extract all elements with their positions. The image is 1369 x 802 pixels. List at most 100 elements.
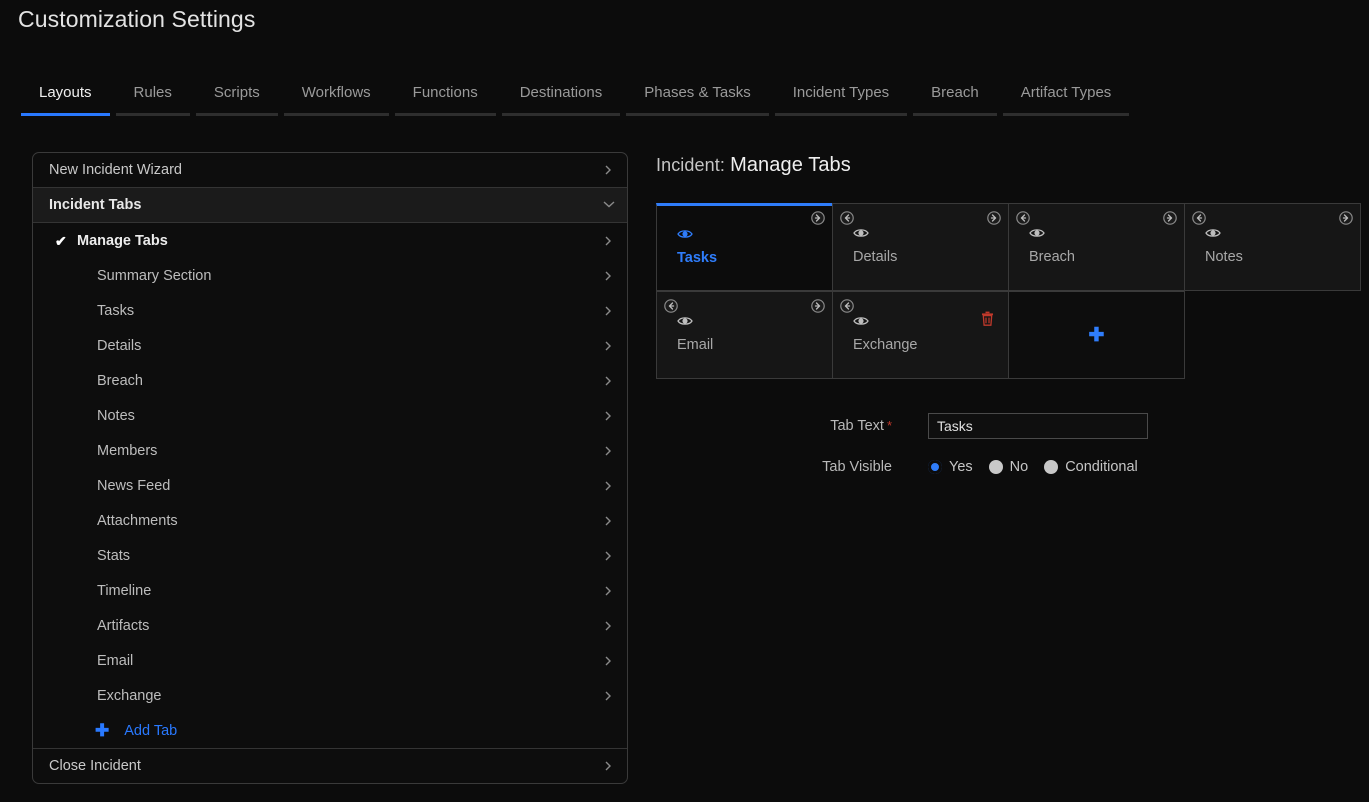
tab-card-notes[interactable]: Notes (1184, 203, 1361, 291)
sidebar-item-label: Exchange (97, 687, 162, 704)
tab-card-details[interactable]: Details (832, 203, 1009, 291)
sidebar-section-label: Incident Tabs (49, 197, 142, 213)
chevron-right-icon (603, 236, 613, 246)
add-tab-button[interactable]: ✚ Add Tab (33, 713, 627, 748)
sidebar-item-label: News Feed (97, 477, 171, 494)
sidebar-item-notes[interactable]: Notes (33, 398, 627, 433)
radio-label: No (1009, 459, 1029, 475)
tab-destinations[interactable]: Destinations (499, 84, 624, 116)
chevron-right-icon (603, 446, 613, 456)
eye-icon[interactable] (853, 314, 869, 326)
chevron-right-icon (603, 761, 613, 771)
sidebar-item-label: Close Incident (49, 758, 141, 774)
sidebar-item-email[interactable]: Email (33, 643, 627, 678)
move-right-icon[interactable] (1339, 211, 1353, 225)
chevron-right-icon (603, 376, 613, 386)
sidebar-item-breach[interactable]: Breach (33, 363, 627, 398)
sidebar-item-label: Members (97, 442, 158, 459)
chevron-right-icon (603, 516, 613, 526)
chevron-right-icon (603, 551, 613, 561)
tab-card-tasks[interactable]: Tasks (656, 203, 833, 291)
eye-icon[interactable] (677, 227, 693, 239)
tab-functions[interactable]: Functions (392, 84, 499, 116)
sidebar-item-manage-tabs[interactable]: ✔ Manage Tabs (33, 223, 627, 258)
sidebar-item-artifacts[interactable]: Artifacts (33, 608, 627, 643)
tab-card-label: Notes (1205, 249, 1243, 265)
radio-dot[interactable] (928, 460, 942, 474)
tab-label: Phases & Tasks (644, 84, 751, 101)
sidebar-item-label: Breach (97, 372, 143, 389)
content-area: New Incident Wizard Incident Tabs ✔ Mana… (0, 148, 1369, 802)
panel-title-main: Manage Tabs (730, 154, 851, 176)
sidebar-item-details[interactable]: Details (33, 328, 627, 363)
radio-dot[interactable] (988, 460, 1003, 474)
sidebar-section-incident-tabs[interactable]: Incident Tabs (33, 188, 627, 223)
tab-breach[interactable]: Breach (910, 84, 1000, 116)
tab-card-label: Breach (1029, 249, 1075, 265)
tab-label: Breach (931, 84, 979, 101)
eye-icon[interactable] (677, 314, 693, 326)
tab-rules[interactable]: Rules (113, 84, 193, 116)
sidebar-item-summary-section[interactable]: Summary Section (33, 258, 627, 293)
tab-card-email[interactable]: Email (656, 291, 833, 379)
tab-label: Incident Types (792, 84, 890, 101)
move-right-icon[interactable] (811, 211, 825, 225)
sidebar-item-label: Stats (97, 547, 131, 564)
eye-icon[interactable] (1205, 226, 1221, 238)
radio-tab-visible-no[interactable]: No (988, 459, 1029, 475)
radio-tab-visible-yes[interactable]: Yes (928, 459, 973, 475)
eye-icon[interactable] (853, 226, 869, 238)
radio-tab-visible-conditional[interactable]: Conditional (1044, 459, 1138, 475)
sidebar-item-exchange[interactable]: Exchange (33, 678, 627, 713)
editor-panel: Incident: Manage Tabs Tasks Details Breach… (656, 148, 1369, 802)
sidebar-item-label: Manage Tabs (77, 232, 168, 249)
move-right-icon[interactable] (811, 299, 825, 313)
sidebar-item-attachments[interactable]: Attachments (33, 503, 627, 538)
chevron-right-icon (603, 691, 613, 701)
plus-icon: ✚ (95, 721, 110, 740)
move-left-icon[interactable] (840, 299, 854, 313)
tab-card-grid: Tasks Details Breach Notes Email Exchange ✚ (656, 203, 1369, 379)
eye-icon[interactable] (1029, 226, 1045, 238)
tab-properties-form: Tab Text* Tab Visible Yes No Conditional (656, 413, 1216, 495)
sidebar-item-new-incident-wizard[interactable]: New Incident Wizard (33, 153, 627, 188)
chevron-right-icon (603, 271, 613, 281)
tab-card-exchange[interactable]: Exchange (832, 291, 1009, 379)
tab-label: Artifact Types (1020, 84, 1112, 101)
chevron-right-icon (603, 586, 613, 596)
sidebar-item-tasks[interactable]: Tasks (33, 293, 627, 328)
chevron-right-icon (603, 165, 613, 175)
move-right-icon[interactable] (1163, 211, 1177, 225)
add-tab-card-button[interactable]: ✚ (1008, 291, 1185, 379)
tab-incident-types[interactable]: Incident Types (772, 84, 910, 116)
delete-tab-icon[interactable] (981, 311, 994, 326)
tab-phases-tasks[interactable]: Phases & Tasks (623, 84, 771, 116)
sidebar-item-close-incident[interactable]: Close Incident (33, 748, 627, 783)
sidebar-item-stats[interactable]: Stats (33, 538, 627, 573)
layout-sidebar: New Incident Wizard Incident Tabs ✔ Mana… (32, 152, 628, 784)
tab-layouts[interactable]: Layouts (18, 84, 113, 116)
tab-card-breach[interactable]: Breach (1008, 203, 1185, 291)
tab-text-label: Tab Text * (656, 418, 928, 434)
move-left-icon[interactable] (1192, 211, 1206, 225)
move-left-icon[interactable] (664, 299, 678, 313)
tab-scripts[interactable]: Scripts (193, 84, 281, 116)
sidebar-item-members[interactable]: Members (33, 433, 627, 468)
tab-label: Destinations (519, 84, 603, 101)
tab-artifact-types[interactable]: Artifact Types (1000, 84, 1133, 116)
move-left-icon[interactable] (840, 211, 854, 225)
chevron-right-icon (603, 656, 613, 666)
tab-text-input[interactable] (928, 413, 1148, 439)
tab-workflows[interactable]: Workflows (281, 84, 392, 116)
radio-label: Yes (949, 459, 973, 475)
radio-dot[interactable] (1044, 460, 1059, 474)
move-right-icon[interactable] (987, 211, 1001, 225)
sidebar-item-timeline[interactable]: Timeline (33, 573, 627, 608)
chevron-right-icon (603, 411, 613, 421)
sidebar-item-label: Artifacts (97, 617, 150, 634)
move-left-icon[interactable] (1016, 211, 1030, 225)
form-row-tab-visible: Tab Visible Yes No Conditional (656, 459, 1216, 475)
sidebar-item-news-feed[interactable]: News Feed (33, 468, 627, 503)
sidebar-item-label: Details (97, 337, 142, 354)
tab-card-row-2: Email Exchange ✚ (656, 291, 1369, 379)
